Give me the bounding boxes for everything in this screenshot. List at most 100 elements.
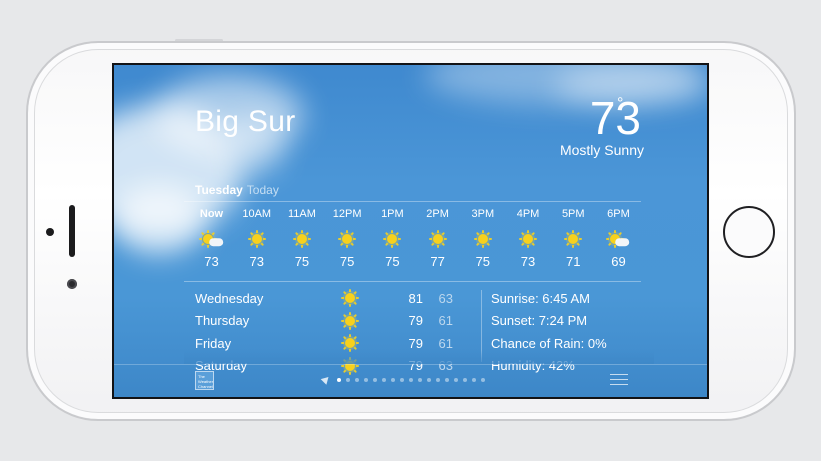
hour-label: 1PM bbox=[381, 208, 404, 220]
hourly-item: 12PM 75 bbox=[325, 208, 370, 269]
today-day-name: Tuesday bbox=[195, 183, 243, 197]
divider bbox=[184, 201, 641, 202]
sun-icon bbox=[370, 224, 415, 254]
day-icon-slot bbox=[315, 287, 385, 309]
hourly-item: 5PM 71 bbox=[551, 208, 596, 269]
hour-temperature: 73 bbox=[204, 254, 219, 269]
weather-channel-logo[interactable]: The Weather Channel bbox=[195, 371, 214, 390]
hour-label: 12PM bbox=[332, 208, 362, 220]
page-dot[interactable] bbox=[364, 377, 368, 382]
today-label: Today bbox=[246, 183, 279, 197]
page-dot[interactable] bbox=[346, 377, 350, 382]
partly-cloudy-icon bbox=[189, 224, 234, 254]
hourly-item: 4PM 73 bbox=[506, 208, 551, 269]
hourly-item: 3PM 75 bbox=[460, 208, 505, 269]
day-name: Thursday bbox=[195, 313, 250, 329]
device-stage: Big Sur 73 ° Mostly Sunny Tuesday Today N… bbox=[0, 0, 821, 461]
day-high: 79 bbox=[408, 335, 423, 351]
page-indicator[interactable] bbox=[320, 374, 485, 385]
hourly-item: 2PM 77 bbox=[415, 208, 460, 269]
page-dot[interactable] bbox=[463, 377, 467, 382]
page-dot[interactable] bbox=[382, 377, 386, 382]
page-dot[interactable] bbox=[409, 377, 413, 382]
proximity-sensor bbox=[67, 279, 77, 289]
page-dot[interactable] bbox=[337, 377, 341, 382]
hour-icon-slot bbox=[596, 224, 641, 254]
daily-row: Thursday 79 61 bbox=[195, 310, 475, 333]
front-camera bbox=[46, 228, 54, 236]
hour-label: 6PM bbox=[607, 208, 630, 220]
hourly-item: Now 73 bbox=[189, 208, 234, 269]
day-high: 79 bbox=[408, 313, 423, 329]
sun-icon bbox=[460, 224, 505, 254]
scroll-fade bbox=[184, 350, 654, 364]
hour-icon-slot bbox=[460, 224, 505, 254]
sun-icon bbox=[551, 224, 596, 254]
hour-temperature: 75 bbox=[339, 254, 355, 269]
today-header: Tuesday Today bbox=[195, 183, 279, 197]
page-dot[interactable] bbox=[418, 377, 422, 382]
hour-icon-slot bbox=[370, 224, 415, 254]
page-dot[interactable] bbox=[373, 377, 377, 382]
hour-label: 5PM bbox=[561, 208, 585, 220]
page-dot[interactable] bbox=[445, 377, 449, 382]
home-button[interactable] bbox=[723, 206, 775, 258]
partly-cloudy-icon bbox=[596, 224, 641, 254]
day-low: 61 bbox=[438, 313, 453, 329]
hour-icon-slot bbox=[189, 224, 234, 254]
sun-icon bbox=[234, 224, 279, 254]
sun-icon bbox=[506, 224, 551, 254]
weather-screen: Big Sur 73 ° Mostly Sunny Tuesday Today N… bbox=[112, 63, 709, 399]
hour-label: 3PM bbox=[471, 208, 495, 220]
page-dot[interactable] bbox=[454, 377, 458, 382]
page-dot[interactable] bbox=[391, 377, 395, 382]
hourly-item: 6PM 69 bbox=[596, 208, 641, 269]
hour-temperature: 73 bbox=[520, 254, 536, 269]
hour-temperature: 73 bbox=[249, 254, 264, 269]
hourly-item: 10AM 73 bbox=[234, 208, 279, 269]
hour-temperature: 75 bbox=[385, 254, 400, 269]
day-high: 81 bbox=[408, 290, 423, 306]
page-dot[interactable] bbox=[427, 377, 431, 382]
hour-icon-slot bbox=[234, 224, 279, 254]
hourly-item: 11AM 75 bbox=[279, 208, 324, 269]
page-dot[interactable] bbox=[355, 377, 359, 382]
list-icon[interactable] bbox=[610, 374, 628, 386]
hourly-forecast[interactable]: Now 73 10AM 73 11AM 75 12PM 75 1PM 75 2PM 77 3PM 75 4P… bbox=[189, 208, 641, 269]
degree-symbol: ° bbox=[617, 95, 624, 112]
hour-temperature: 75 bbox=[294, 254, 310, 269]
page-dot[interactable] bbox=[400, 377, 404, 382]
hour-temperature: 77 bbox=[430, 254, 445, 269]
hour-icon-slot bbox=[325, 224, 370, 254]
hour-label: Now bbox=[199, 208, 224, 220]
detail-row: Sunrise: 6:45 AM bbox=[491, 290, 590, 306]
page-dot[interactable] bbox=[472, 377, 476, 382]
hour-label: 2PM bbox=[426, 208, 449, 220]
page-dot[interactable] bbox=[436, 377, 440, 382]
day-icon-slot bbox=[315, 310, 385, 332]
page-dot[interactable] bbox=[481, 377, 485, 382]
earpiece-speaker bbox=[69, 205, 75, 257]
divider bbox=[184, 281, 641, 282]
hour-icon-slot bbox=[415, 224, 460, 254]
hour-temperature: 71 bbox=[566, 254, 581, 269]
hour-label: 4PM bbox=[516, 208, 540, 220]
sun-icon bbox=[279, 224, 324, 254]
day-low: 63 bbox=[438, 290, 453, 306]
current-temperature: 73 bbox=[589, 92, 641, 144]
daily-row: Wednesday 81 63 bbox=[195, 287, 475, 310]
day-name: Friday bbox=[195, 335, 232, 351]
sun-icon bbox=[415, 224, 460, 254]
sun-icon bbox=[315, 287, 385, 309]
detail-row: Sunset: 7:24 PM bbox=[491, 313, 588, 329]
current-condition: Mostly Sunny bbox=[559, 142, 644, 158]
location-arrow-icon bbox=[320, 374, 332, 385]
day-name: Wednesday bbox=[195, 290, 264, 306]
hour-temperature: 69 bbox=[611, 254, 626, 269]
city-name: Big Sur bbox=[195, 105, 296, 138]
hour-icon-slot bbox=[551, 224, 596, 254]
day-low: 61 bbox=[438, 335, 453, 351]
hour-icon-slot bbox=[506, 224, 551, 254]
hourly-item: 1PM 75 bbox=[370, 208, 415, 269]
sun-icon bbox=[325, 224, 370, 254]
